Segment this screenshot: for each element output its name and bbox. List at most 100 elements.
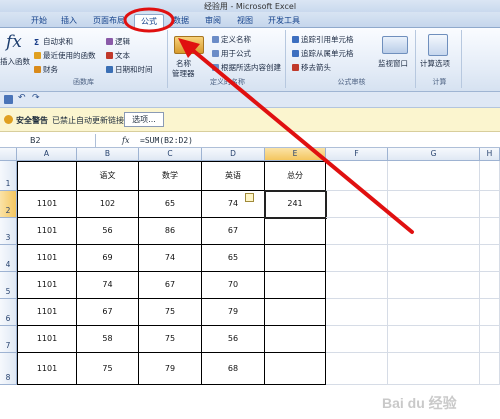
define-name-button[interactable]: 定义名称	[212, 34, 251, 45]
table-cell[interactable]: 79	[139, 353, 202, 385]
table-cell[interactable]: 1101	[17, 191, 77, 218]
empty-cell[interactable]	[388, 353, 480, 385]
tab-page-layout[interactable]: 页面布局	[90, 14, 128, 28]
empty-cell[interactable]	[480, 245, 500, 272]
empty-cell[interactable]	[326, 245, 388, 272]
empty-cell[interactable]	[388, 161, 480, 191]
column-header-c[interactable]: C	[139, 148, 202, 161]
row-header-4[interactable]: 4	[0, 245, 17, 272]
date-time-button[interactable]: 日期和时间	[106, 64, 153, 75]
empty-cell[interactable]	[326, 299, 388, 326]
table-cell[interactable]: 79	[202, 299, 265, 326]
table-cell[interactable]: 68	[202, 353, 265, 385]
formula-input[interactable]: =SUM(B2:D2)	[140, 134, 193, 147]
empty-cell[interactable]	[388, 326, 480, 353]
tab-data[interactable]: 数据	[170, 14, 192, 28]
table-cell[interactable]: 1101	[17, 326, 77, 353]
insert-function-button[interactable]: 插入函数	[0, 56, 30, 67]
header-cell[interactable]: 数学	[139, 161, 202, 191]
empty-cell[interactable]	[388, 218, 480, 245]
undo-icon[interactable]: ↶	[18, 93, 26, 103]
header-cell[interactable]	[17, 161, 77, 191]
empty-cell[interactable]	[480, 272, 500, 299]
column-header-f[interactable]: F	[326, 148, 388, 161]
tab-view[interactable]: 视图	[234, 14, 256, 28]
row-header-7[interactable]: 7	[0, 326, 17, 353]
table-cell[interactable]: 74	[202, 191, 265, 218]
empty-cell[interactable]	[388, 299, 480, 326]
empty-cell[interactable]	[480, 326, 500, 353]
tab-review[interactable]: 审阅	[202, 14, 224, 28]
column-header-d[interactable]: D	[202, 148, 265, 161]
table-cell[interactable]: 1101	[17, 353, 77, 385]
empty-cell[interactable]	[480, 191, 500, 218]
table-cell[interactable]: 75	[139, 299, 202, 326]
table-cell[interactable]	[265, 299, 326, 326]
empty-cell[interactable]	[326, 218, 388, 245]
empty-cell[interactable]	[480, 353, 500, 385]
finance-button[interactable]: 财务	[34, 64, 58, 75]
tab-insert[interactable]: 插入	[58, 14, 80, 28]
table-cell[interactable]: 65	[202, 245, 265, 272]
row-header-3[interactable]: 3	[0, 218, 17, 245]
select-all-corner[interactable]	[0, 148, 17, 161]
table-cell[interactable]: 67	[77, 299, 139, 326]
table-cell[interactable]: 75	[77, 353, 139, 385]
empty-cell[interactable]	[326, 161, 388, 191]
empty-cell[interactable]	[388, 245, 480, 272]
autosum-button[interactable]: Σ 自动求和	[34, 36, 73, 47]
table-cell[interactable]: 86	[139, 218, 202, 245]
remove-arrows-button[interactable]: 移去箭头	[292, 62, 331, 73]
table-cell[interactable]: 1101	[17, 299, 77, 326]
empty-cell[interactable]	[480, 218, 500, 245]
column-header-e[interactable]: E	[265, 148, 326, 161]
header-cell[interactable]: 语文	[77, 161, 139, 191]
row-header-6[interactable]: 6	[0, 299, 17, 326]
table-cell[interactable]: 65	[139, 191, 202, 218]
options-button[interactable]: 选项...	[124, 112, 164, 127]
create-from-selection-button[interactable]: 根据所选内容创建	[212, 62, 281, 73]
empty-cell[interactable]	[388, 272, 480, 299]
trace-dependents-button[interactable]: 追踪从属单元格	[292, 48, 354, 59]
paste-options-icon[interactable]	[245, 193, 254, 202]
table-cell[interactable]	[265, 326, 326, 353]
table-cell[interactable]	[265, 245, 326, 272]
calc-options-button[interactable]: 计算选项	[420, 58, 450, 69]
column-header-b[interactable]: B	[77, 148, 139, 161]
watch-window-button[interactable]: 监视窗口	[378, 58, 408, 69]
table-cell[interactable]: 1101	[17, 218, 77, 245]
column-header-h[interactable]: H	[480, 148, 500, 161]
table-cell[interactable]: 67	[202, 218, 265, 245]
fx-button[interactable]: fx	[122, 134, 129, 147]
table-cell[interactable]: 75	[139, 326, 202, 353]
column-header-g[interactable]: G	[388, 148, 480, 161]
trace-precedents-button[interactable]: 追踪引用单元格	[292, 34, 354, 45]
row-header-5[interactable]: 5	[0, 272, 17, 299]
table-cell[interactable]: 74	[139, 245, 202, 272]
table-cell[interactable]: 56	[202, 326, 265, 353]
header-cell[interactable]: 英语	[202, 161, 265, 191]
use-in-formula-button[interactable]: 用于公式	[212, 48, 251, 59]
table-cell[interactable]: 56	[77, 218, 139, 245]
table-cell[interactable]: 70	[202, 272, 265, 299]
row-header-1[interactable]: 1	[0, 161, 17, 191]
empty-cell[interactable]	[326, 191, 388, 218]
column-header-a[interactable]: A	[17, 148, 77, 161]
logical-button[interactable]: 逻辑	[106, 36, 130, 47]
empty-cell[interactable]	[388, 191, 480, 218]
table-cell[interactable]: 241	[265, 191, 326, 218]
table-cell[interactable]	[265, 218, 326, 245]
save-icon[interactable]	[4, 95, 13, 104]
empty-cell[interactable]	[480, 299, 500, 326]
name-box[interactable]: B2	[0, 134, 96, 147]
table-cell[interactable]: 1101	[17, 245, 77, 272]
header-cell[interactable]: 总分	[265, 161, 326, 191]
empty-cell[interactable]	[326, 326, 388, 353]
empty-cell[interactable]	[326, 272, 388, 299]
table-cell[interactable]: 67	[139, 272, 202, 299]
table-cell[interactable]	[265, 272, 326, 299]
table-cell[interactable]: 74	[77, 272, 139, 299]
tab-home[interactable]: 开始	[28, 14, 50, 28]
table-cell[interactable]: 58	[77, 326, 139, 353]
table-cell[interactable]: 69	[77, 245, 139, 272]
